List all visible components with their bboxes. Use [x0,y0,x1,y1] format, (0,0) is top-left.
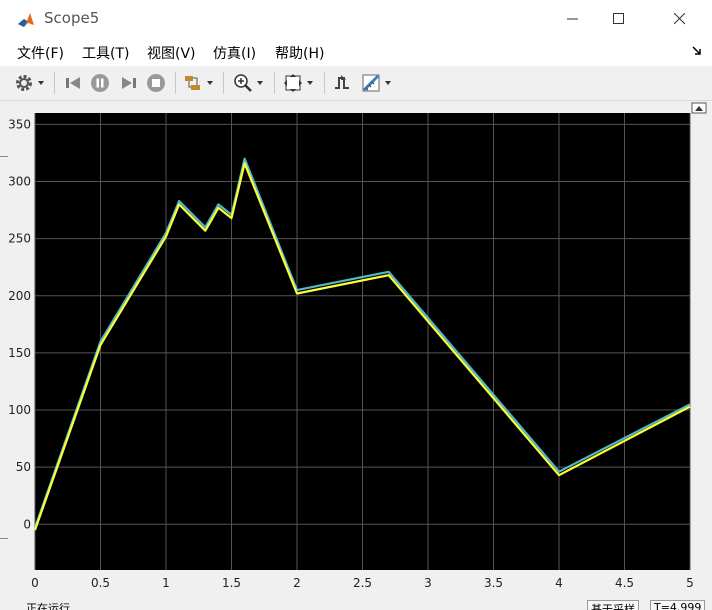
menu-view[interactable]: 视图(V) [147,43,196,63]
step-back-button[interactable] [63,72,83,94]
chevron-down-icon [257,81,263,85]
x-tick-label: 5 [686,576,694,590]
gear-icon [16,75,32,91]
chevron-down-icon [307,81,313,85]
x-tick-label: 3 [424,576,432,590]
triggers-button[interactable] [332,72,352,94]
x-tick-label: 2.5 [353,576,372,590]
status-bar: 正在运行 基于采样 T=4.999 [0,600,712,610]
triggers-icon [335,75,349,89]
toolbar-divider [175,72,176,94]
matlab-logo-icon [16,10,36,30]
x-tick-label: 4 [555,576,563,590]
x-tick-label: 0.5 [91,576,110,590]
status-running-text: 正在运行 [26,602,70,610]
y-tick-label: 150 [8,346,31,360]
highlight-block-button[interactable] [183,72,213,94]
chevron-down-icon [385,81,391,85]
chevron-down-icon [207,81,213,85]
y-tick-label: 50 [16,460,31,474]
zoom-in-icon [234,74,252,92]
menu-help[interactable]: 帮助(H) [275,43,324,63]
y-tick-label: 200 [8,289,31,303]
scope-plot-panel: 0 0.5 1 1.5 2 2.5 3 3.5 4 4.5 5 0 50 100 150 200 250 300… [8,101,712,610]
menu-bar: 文件(F) 工具(T) 视图(V) 仿真(I) 帮助(H) [0,38,712,66]
menu-tools[interactable]: 工具(T) [82,43,129,63]
title-bar: Scope5 [0,0,712,38]
y-tick-label: 100 [8,403,31,417]
toolbar-divider [223,72,224,94]
x-tick-label: 1.5 [222,576,241,590]
cursor-measurements-icon [362,74,380,92]
maximize-button[interactable] [596,0,642,38]
scope-axes[interactable]: 0 0.5 1 1.5 2 2.5 3 3.5 4 4.5 5 0 50 100 150 200 250 300… [8,101,712,600]
toolbar-divider [324,72,325,94]
toolbar [0,66,712,101]
background-window-edge [0,156,8,157]
close-button[interactable] [657,0,703,38]
y-tick-label: 250 [8,232,31,246]
undock-arrow-icon[interactable] [692,46,702,56]
highlight-block-icon [185,76,200,90]
toolbar-divider [54,72,55,94]
maximize-icon [613,13,624,24]
background-window-edge [0,538,8,539]
menu-simulation[interactable]: 仿真(I) [213,43,256,63]
step-back-icon [66,77,80,89]
x-tick-label: 4.5 [615,576,634,590]
y-tick-label: 300 [8,175,31,189]
menu-file[interactable]: 文件(F) [17,43,64,63]
minimize-button[interactable] [550,0,596,38]
minimize-icon [567,18,578,20]
y-tick-label: 350 [8,117,31,131]
settings-button[interactable] [14,72,44,94]
sample-based-indicator: 基于采样 [587,600,639,610]
pause-button[interactable] [90,72,110,94]
zoom-in-button[interactable] [233,72,263,94]
step-forward-button[interactable] [119,72,139,94]
step-forward-icon [122,77,136,89]
cursor-measurements-button[interactable] [361,72,391,94]
window-title: Scope5 [44,9,100,27]
x-tick-label: 0 [31,576,39,590]
toolbar-divider [274,72,275,94]
x-tick-label: 1 [162,576,170,590]
stop-icon [147,74,165,92]
autoscale-icon [284,74,302,92]
time-readout: T=4.999 [650,600,706,610]
x-tick-label: 2 [293,576,301,590]
y-tick-label: 0 [23,517,31,531]
stop-button[interactable] [146,72,166,94]
maximize-axes-button[interactable] [691,102,707,114]
autoscale-button[interactable] [283,72,313,94]
x-tick-label: 3.5 [484,576,503,590]
pause-icon [91,74,109,92]
chevron-down-icon [38,81,44,85]
close-icon [674,13,686,25]
x-tick-labels: 0 0.5 1 1.5 2 2.5 3 3.5 4 4.5 5 [31,576,694,590]
y-tick-labels: 0 50 100 150 200 250 300 350 [8,117,31,531]
